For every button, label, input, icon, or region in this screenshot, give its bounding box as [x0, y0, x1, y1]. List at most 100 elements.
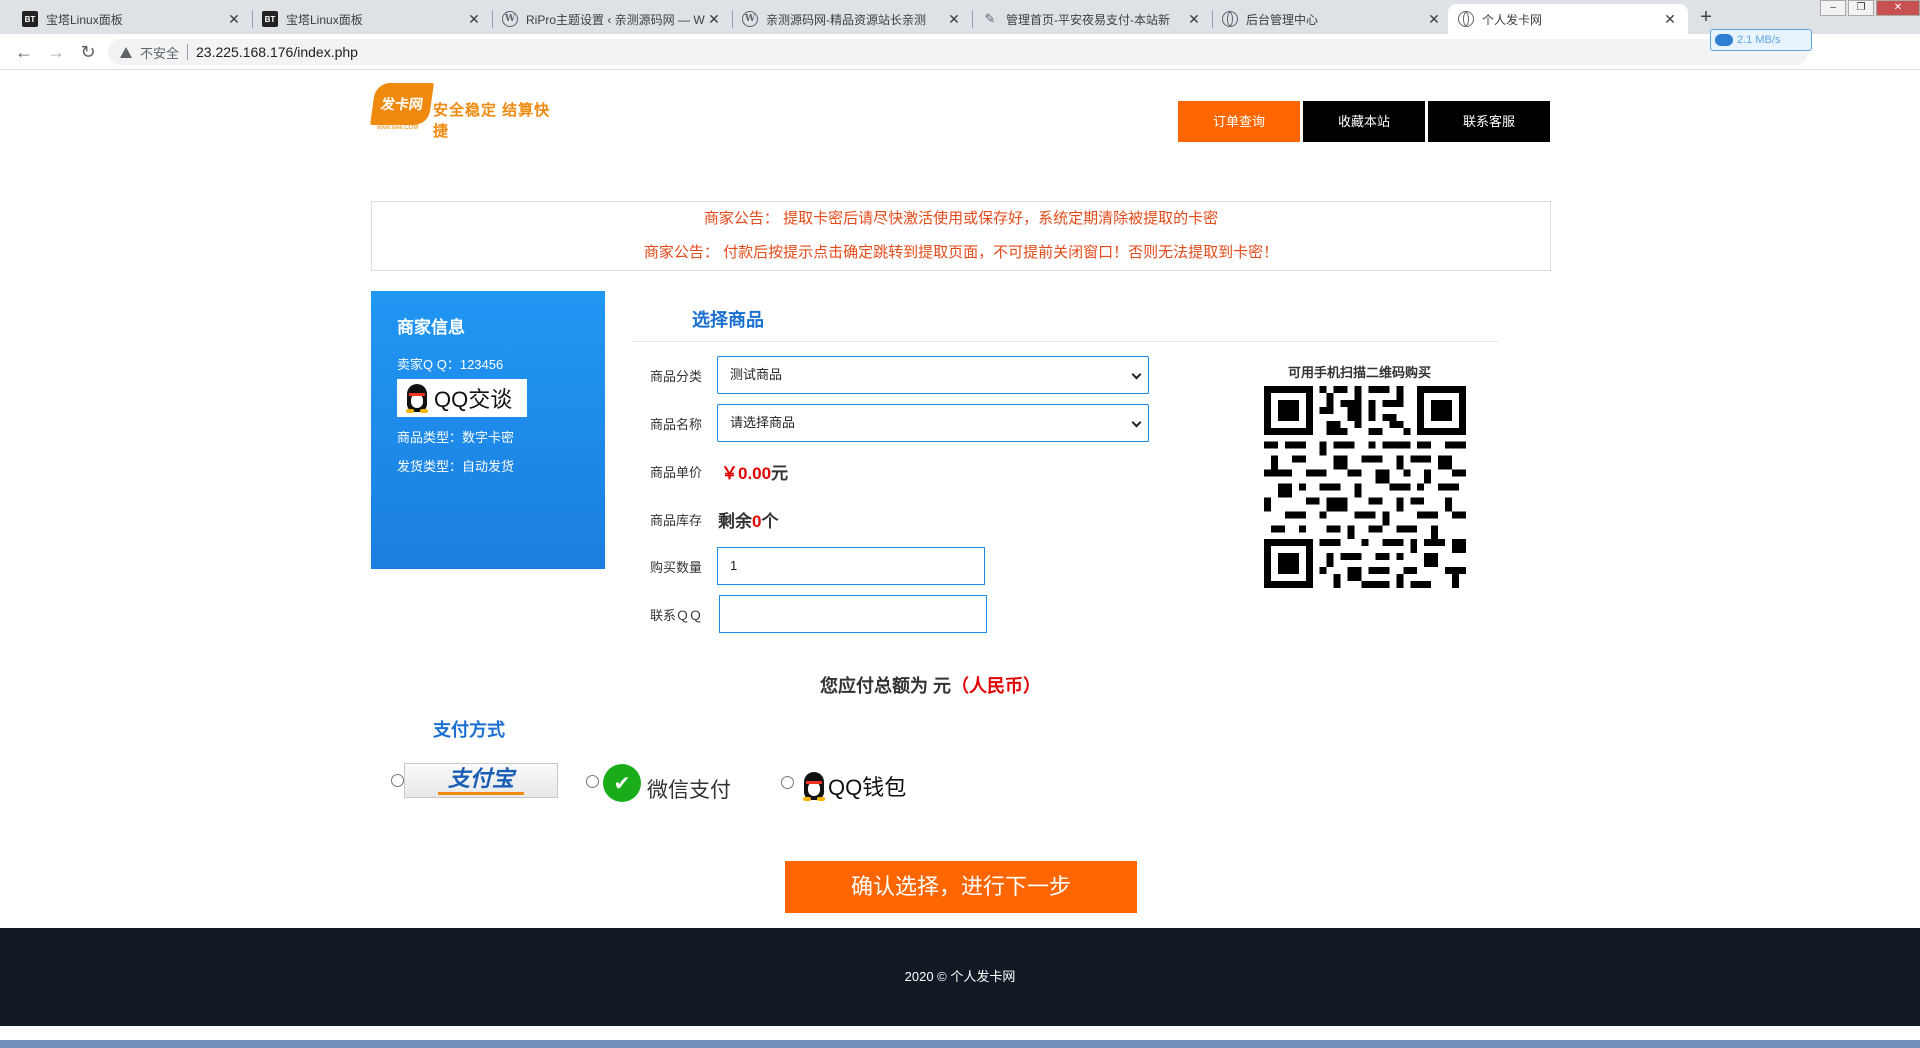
page-content: 发卡网 安全稳定 结算快捷 www.fake.COM 订单查询 收藏本站 联系客…: [0, 70, 1920, 1030]
alipay-radio[interactable]: [391, 774, 404, 787]
qq-penguin-icon: [800, 770, 826, 802]
tab-bt-panel-1[interactable]: BT 宝塔Linux面板 ✕: [12, 4, 252, 34]
nav-bookmark-site[interactable]: 收藏本站: [1303, 101, 1425, 142]
feather-icon: ✎: [984, 11, 996, 26]
product-name-select[interactable]: 请选择商品: [717, 404, 1149, 442]
maximize-button[interactable]: ❐: [1848, 0, 1874, 16]
tab-admin-center[interactable]: 后台管理中心 ✕: [1212, 4, 1452, 34]
category-value: 测试商品: [730, 367, 783, 382]
merchant-notice: 商家公告： 提取卡密后请尽快激活使用或保存好，系统定期清除被提取的卡密 商家公告…: [371, 201, 1551, 271]
unit-price-label: 商品单价: [650, 465, 703, 480]
qq-penguin-icon: [403, 382, 431, 414]
notice-line: 商家公告： 付款后按提示点击确定跳转到提取页面，不可提前关闭窗口！否则无法提取到…: [643, 244, 1279, 261]
stock-label: 商品库存: [650, 513, 703, 528]
unit-price-value: ￥0.00元: [721, 459, 788, 484]
qr-code-image: [1264, 386, 1466, 588]
confirm-next-button[interactable]: 确认选择，进行下一步: [785, 861, 1137, 913]
omnibox[interactable]: 不安全 23.225.168.176/index.php: [108, 39, 1808, 65]
wordpress-icon: W: [502, 11, 518, 27]
logo-domain: www.fake.COM: [377, 125, 419, 131]
nav-order-query[interactable]: 订单查询: [1178, 101, 1300, 142]
section-title-select-product: 选择商品: [692, 310, 764, 330]
tab-label: RiPro主题设置 ‹ 亲测源码网 — W: [526, 12, 705, 27]
site-logo[interactable]: 发卡网 安全稳定 结算快捷 www.fake.COM: [370, 83, 553, 140]
wechat-pay-radio[interactable]: [586, 775, 599, 788]
minimize-button[interactable]: –: [1820, 0, 1846, 16]
stock-unit: 个: [761, 512, 779, 531]
category-select[interactable]: 测试商品: [717, 356, 1149, 394]
wechat-pay-option[interactable]: ✔ 微信支付: [603, 762, 731, 804]
tab-label: 后台管理中心: [1246, 12, 1319, 27]
os-taskbar: [0, 1040, 1920, 1048]
warning-icon: [120, 46, 132, 58]
bt-icon: BT: [22, 11, 38, 27]
total-currency: （人民币）: [951, 676, 1042, 696]
price-unit: 元: [771, 464, 789, 483]
browser-tab-strip: BT 宝塔Linux面板 ✕ BT 宝塔Linux面板 ✕ W RiPro主题设…: [0, 0, 1920, 34]
speed-label: 2.1 MB/s: [1737, 34, 1781, 46]
tab-label: 宝塔Linux面板: [46, 12, 123, 27]
download-speed-widget[interactable]: 2.1 MB/s: [1710, 29, 1812, 51]
close-icon[interactable]: ✕: [466, 11, 482, 28]
qq-chat-label: QQ交谈: [434, 387, 513, 412]
window-close-button[interactable]: ✕: [1876, 0, 1920, 16]
wechat-icon: ✔: [603, 764, 641, 802]
quantity-input[interactable]: 1: [717, 547, 985, 585]
tab-label: 亲测源码网-精品资源站长亲测: [766, 12, 926, 27]
tab-source-site[interactable]: W 亲测源码网-精品资源站长亲测 ✕: [732, 4, 972, 34]
close-icon[interactable]: ✕: [946, 11, 962, 28]
category-label: 商品分类: [650, 369, 703, 384]
total-prefix: 您应付总额为 元: [820, 676, 952, 696]
stock-prefix: 剩余: [718, 512, 752, 531]
nav-contact-support[interactable]: 联系客服: [1428, 101, 1550, 142]
close-icon[interactable]: ✕: [1662, 11, 1678, 28]
tab-ripro-settings[interactable]: W RiPro主题设置 ‹ 亲测源码网 — W ✕: [492, 4, 732, 34]
product-name-label: 商品名称: [650, 417, 703, 432]
merchant-product-type: 商品类型：数字卡密: [397, 430, 515, 445]
insecure-label[interactable]: 不安全: [140, 43, 179, 62]
merchant-delivery-type: 发货类型：自动发货: [397, 459, 515, 474]
chevron-down-icon: [1131, 417, 1142, 428]
bt-icon: BT: [262, 11, 278, 27]
address-bar: ← → ↻ 不安全 23.225.168.176/index.php ☆ ⋮: [0, 34, 1920, 95]
qr-caption: 可用手机扫描二维码购买: [1288, 365, 1432, 380]
close-icon[interactable]: ✕: [706, 11, 722, 28]
new-tab-button[interactable]: +: [1694, 6, 1718, 29]
close-icon[interactable]: ✕: [226, 11, 242, 28]
contact-qq-label: 联系ＱＱ: [650, 608, 703, 623]
site-footer: 2020 © 个人发卡网: [0, 928, 1920, 1026]
contact-qq-input[interactable]: [719, 595, 987, 633]
alipay-icon: 支付宝: [437, 766, 524, 795]
tab-payment-admin[interactable]: ✎ 管理首页-平安夜易支付-本站新 ✕: [972, 4, 1212, 34]
footer-copyright: 2020 © 个人发卡网: [904, 969, 1016, 984]
close-icon[interactable]: ✕: [1186, 11, 1202, 28]
tab-label: 宝塔Linux面板: [286, 12, 363, 27]
alipay-option[interactable]: 支付宝: [404, 763, 558, 798]
back-icon[interactable]: ←: [12, 40, 36, 64]
reload-icon[interactable]: ↻: [76, 40, 100, 64]
tab-bt-panel-2[interactable]: BT 宝塔Linux面板 ✕: [252, 4, 492, 34]
qq-wallet-label: QQ钱包: [828, 775, 907, 800]
merchant-qq: 卖家Q Q：123456: [397, 357, 504, 372]
quantity-label: 购买数量: [650, 560, 703, 575]
tab-card-shop[interactable]: 个人发卡网 ✕: [1448, 4, 1688, 34]
forward-icon[interactable]: →: [44, 40, 68, 64]
qq-chat-button[interactable]: QQ交谈: [397, 379, 527, 417]
tab-label: 管理首页-平安夜易支付-本站新: [1006, 12, 1170, 27]
qq-wallet-radio[interactable]: [781, 776, 794, 789]
total-amount: 您应付总额为 元（人民币）: [820, 672, 1041, 698]
chevron-down-icon: [1131, 369, 1142, 380]
qq-wallet-option[interactable]: QQ钱包: [800, 770, 906, 802]
price-amount: ￥0.00: [721, 464, 772, 483]
stock-value: 剩余0个: [718, 507, 778, 532]
notice-line: 商家公告： 提取卡密后请尽快激活使用或保存好，系统定期清除被提取的卡密: [703, 210, 1219, 227]
url-text[interactable]: 23.225.168.176/index.php: [196, 44, 358, 60]
close-icon[interactable]: ✕: [1426, 11, 1442, 28]
section-divider: [632, 341, 1498, 342]
logo-slogan: 安全稳定 结算快捷: [433, 102, 551, 140]
payment-method-title: 支付方式: [433, 720, 505, 740]
tab-label: 个人发卡网: [1482, 12, 1543, 27]
globe-icon: [1458, 11, 1474, 27]
window-controls: – ❐ ✕: [1818, 0, 1920, 20]
merchant-title: 商家信息: [397, 318, 465, 337]
